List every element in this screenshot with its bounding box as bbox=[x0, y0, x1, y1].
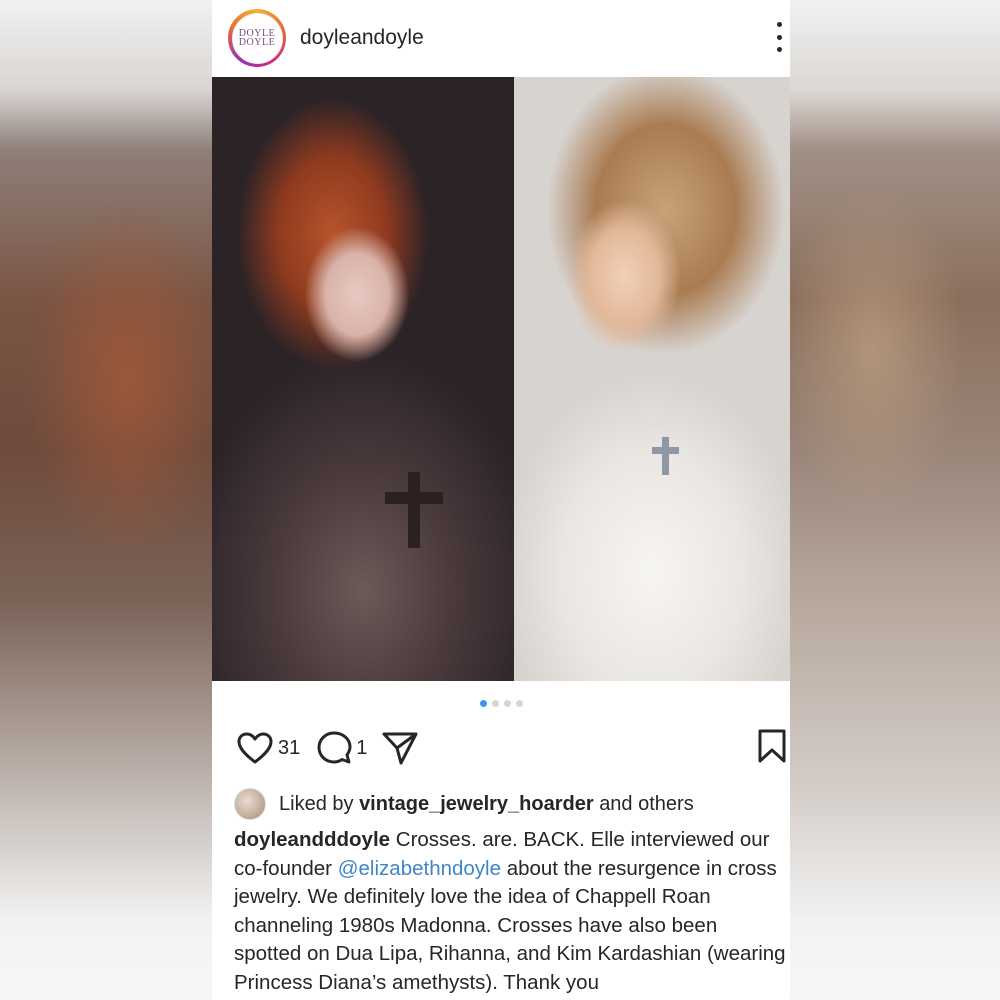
more-icon[interactable] bbox=[772, 22, 786, 52]
cross-pendant-right-bar bbox=[652, 447, 679, 454]
cross-pendant-right bbox=[662, 437, 669, 475]
cross-pendant-left bbox=[408, 472, 420, 548]
caption-mention[interactable]: @elizabethndoyle bbox=[338, 857, 501, 880]
photo-right-madonna bbox=[514, 77, 790, 681]
background-blur-right bbox=[789, 0, 1000, 1000]
cross-pendant-left-bar bbox=[385, 492, 443, 504]
carousel-dot bbox=[479, 700, 487, 707]
avatar-logo-line2: DOYLE bbox=[238, 37, 276, 48]
post-username[interactable]: doyleandoyle bbox=[300, 26, 424, 50]
carousel-dot bbox=[503, 700, 511, 707]
carousel-indicator bbox=[212, 700, 790, 707]
post-header: DOYLE DOYLE doyleandoyle bbox=[212, 0, 790, 76]
share-icon bbox=[382, 732, 418, 765]
like-button[interactable]: 31 bbox=[236, 731, 300, 765]
liked-by-suffix[interactable]: and others bbox=[599, 793, 694, 815]
carousel-dot bbox=[491, 700, 499, 707]
post-caption: doyleandddoyle Crosses. are. BACK. Elle … bbox=[234, 826, 790, 997]
post-carousel[interactable] bbox=[212, 77, 790, 681]
bookmark-icon bbox=[758, 729, 786, 763]
caption-author[interactable]: doyleandddoyle bbox=[234, 828, 390, 851]
liked-by-prefix: Liked by bbox=[279, 792, 354, 815]
action-bar: 31 1 bbox=[236, 728, 790, 768]
bookmark-button[interactable] bbox=[756, 728, 788, 769]
comment-count: 1 bbox=[356, 736, 368, 759]
profile-avatar[interactable]: DOYLE DOYLE bbox=[228, 9, 286, 67]
instagram-post: DOYLE DOYLE doyleandoyle 31 1 Liked by v… bbox=[212, 0, 790, 1000]
avatar-logo: DOYLE DOYLE bbox=[231, 12, 283, 64]
photo-left-chappell-roan bbox=[212, 77, 514, 681]
share-button[interactable] bbox=[381, 730, 419, 766]
comment-icon bbox=[317, 731, 352, 764]
background-blur-left bbox=[0, 0, 212, 1000]
heart-icon bbox=[237, 732, 273, 764]
like-count: 31 bbox=[278, 736, 301, 759]
liked-by-row: Liked by vintage_jewelry_hoarder and oth… bbox=[234, 788, 790, 820]
liked-by-text: Liked by vintage_jewelry_hoarder and oth… bbox=[279, 793, 694, 816]
liker-avatar[interactable] bbox=[234, 788, 266, 820]
comment-button[interactable]: 1 bbox=[316, 730, 367, 766]
carousel-dot bbox=[515, 700, 523, 707]
liked-by-user[interactable]: vintage_jewelry_hoarder bbox=[359, 793, 594, 815]
